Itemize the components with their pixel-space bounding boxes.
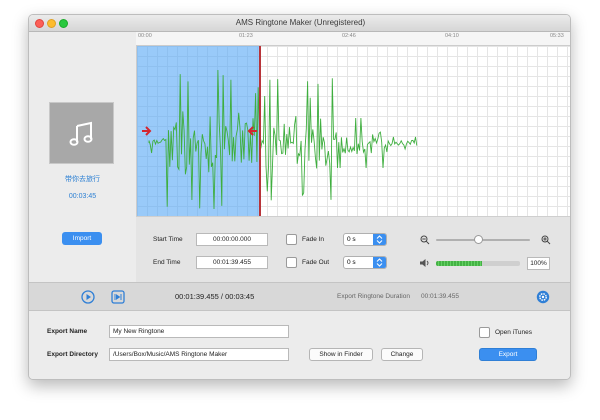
trim-controls: Start Time 00:00:00.000 End Time 00:01:3… (136, 216, 570, 282)
timeline-tick: 01:23 (239, 33, 253, 39)
waveform-area[interactable] (136, 46, 570, 216)
waveform-path (148, 69, 418, 210)
speaker-icon (420, 259, 429, 267)
export-duration-label: Export Ringtone Duration (337, 293, 410, 300)
settings-gear-icon[interactable] (536, 290, 550, 304)
volume-percent-field[interactable]: 100% (527, 257, 550, 270)
timeline-tick: 05:33 (550, 33, 564, 39)
window-title: AMS Ringtone Maker (Unregistered) (235, 18, 366, 27)
timeline-tick: 02:46 (342, 33, 356, 39)
chevron-updown-icon (373, 257, 386, 268)
play-selection-icon[interactable] (111, 290, 125, 304)
album-art (49, 102, 114, 164)
zoom-out-icon[interactable] (420, 235, 430, 245)
total-time: 00:03:45 (225, 292, 255, 301)
fade-in-value: 0 s (347, 236, 356, 243)
fade-in-label: Fade In (302, 236, 325, 243)
waveform (148, 69, 418, 210)
app-window: AMS Ringtone Maker (Unregistered) 带你去旅行 … (28, 14, 571, 380)
export-button[interactable]: Export (479, 348, 537, 361)
fade-out-checkbox[interactable] (286, 257, 297, 268)
timeline-tick: 00:00 (138, 33, 152, 39)
volume-meter[interactable] (436, 261, 520, 266)
end-handle-arrow-icon[interactable] (247, 126, 259, 136)
end-time-label: End Time (153, 259, 181, 266)
zoom-slider[interactable] (436, 239, 530, 241)
song-title: 带你去旅行 (65, 176, 100, 183)
export-duration-value: 00:01:39.455 (421, 293, 459, 300)
open-itunes-label: Open iTunes (495, 329, 532, 336)
current-time: 00:01:39.455 (175, 292, 219, 301)
export-directory-input[interactable]: /Users/Box/Music/AMS Ringtone Maker (109, 348, 289, 361)
show-in-finder-button[interactable]: Show in Finder (309, 348, 373, 361)
export-panel: Export Name My New Ringtone Export Direc… (29, 311, 570, 379)
open-itunes-checkbox[interactable] (479, 327, 490, 338)
fade-in-select[interactable]: 0 s (343, 233, 387, 246)
export-directory-label: Export Directory (47, 351, 98, 358)
start-handle-arrow-icon[interactable] (140, 126, 152, 136)
export-name-input[interactable]: My New Ringtone (109, 325, 289, 338)
song-duration: 00:03:45 (68, 193, 97, 200)
export-name-label: Export Name (47, 328, 88, 335)
end-time-field[interactable]: 00:01:39.455 (196, 256, 268, 269)
fade-out-label: Fade Out (302, 259, 330, 266)
fade-out-select[interactable]: 0 s (343, 256, 387, 269)
import-button[interactable]: Import (62, 232, 102, 245)
left-panel: 带你去旅行 00:03:45 Import (29, 32, 136, 282)
timeline-ruler[interactable]: 00:00 01:23 02:46 04:10 05:33 (136, 32, 570, 46)
timeline-tick: 04:10 (445, 33, 459, 39)
selection-end-marker[interactable] (259, 46, 261, 216)
zoom-slider-thumb[interactable] (473, 235, 483, 244)
volume-level-fill (436, 261, 483, 266)
time-separator: / (220, 292, 223, 301)
music-note-icon (69, 121, 92, 146)
fade-in-checkbox[interactable] (286, 234, 297, 245)
start-time-field[interactable]: 00:00:00.000 (196, 233, 268, 246)
change-button[interactable]: Change (381, 348, 423, 361)
chevron-updown-icon (373, 234, 386, 245)
time-readout: 00:01:39.455 / 00:03:45 (175, 292, 254, 301)
play-icon[interactable] (81, 290, 95, 304)
start-time-label: Start Time (153, 236, 183, 243)
transport-bar: 00:01:39.455 / 00:03:45 Export Ringtone … (29, 282, 570, 311)
title-bar: AMS Ringtone Maker (Unregistered) (29, 15, 570, 32)
zoom-in-icon[interactable] (541, 235, 551, 245)
fade-out-value: 0 s (347, 259, 356, 266)
